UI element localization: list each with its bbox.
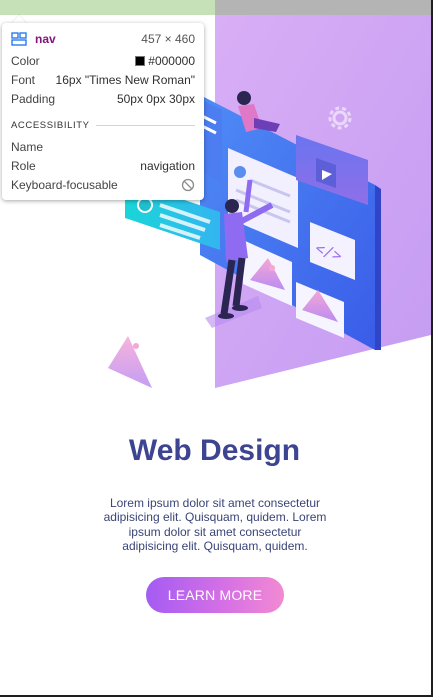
not-allowed-icon bbox=[181, 178, 195, 192]
element-tag: nav bbox=[35, 32, 56, 46]
a11y-role-label: Role bbox=[11, 159, 36, 173]
inspector-tooltip: nav 457 × 460 Color #000000 Font 16px "T… bbox=[2, 23, 204, 200]
description-text: Lorem ipsum dolor sit amet consectetur a… bbox=[103, 496, 327, 553]
element-dimensions: 457 × 460 bbox=[141, 32, 195, 46]
a11y-keyboard-label: Keyboard-focusable bbox=[11, 178, 118, 192]
padding-label: Padding bbox=[11, 92, 56, 106]
a11y-name-label: Name bbox=[11, 140, 44, 154]
triangle-decoration bbox=[108, 336, 152, 388]
layout-icon bbox=[11, 32, 27, 46]
color-swatch bbox=[135, 56, 146, 66]
page-title: Web Design bbox=[128, 434, 301, 467]
padding-value: 50px 0px 30px bbox=[116, 92, 195, 106]
color-label: Color bbox=[11, 54, 40, 68]
accessibility-section-header: ACCESSIBILITY bbox=[11, 120, 195, 131]
highlight-margin-overlay bbox=[0, 0, 215, 15]
font-value: 16px "Times New Roman" bbox=[55, 73, 195, 87]
page: </> Web Design Lorem ipsum dolor sit ame… bbox=[0, 0, 433, 697]
font-label: Font bbox=[11, 73, 36, 87]
a11y-role-value: navigation bbox=[140, 159, 195, 173]
highlight-overlay bbox=[215, 0, 433, 15]
accessibility-title: ACCESSIBILITY bbox=[11, 120, 90, 131]
learn-more-button[interactable]: LEARN MORE bbox=[146, 577, 284, 613]
color-value: #000000 bbox=[148, 54, 195, 68]
